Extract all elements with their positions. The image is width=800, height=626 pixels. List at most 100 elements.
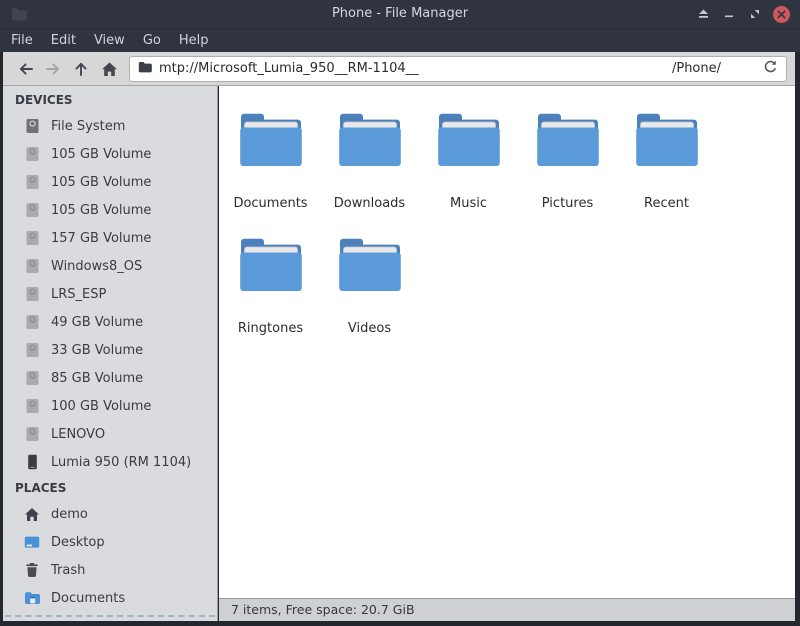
folder-label: Documents <box>233 196 308 211</box>
sidebar-item-label: LENOVO <box>51 426 106 442</box>
menu-view[interactable]: View <box>85 29 134 52</box>
desktop-icon <box>24 534 40 550</box>
sidebar-item-label: Windows8_OS <box>51 258 143 274</box>
drive-icon <box>24 426 40 442</box>
back-button[interactable] <box>11 56 39 82</box>
folder-label: Pictures <box>541 196 594 211</box>
path-suffix-text: /Phone/ <box>671 61 721 76</box>
window-controls <box>690 0 794 28</box>
refresh-button[interactable] <box>763 59 778 78</box>
sidebar-item-lrs-esp[interactable]: LRS_ESP <box>3 280 217 308</box>
main-view: Documents Downloads Music Pictures Recent Rin… <box>219 86 795 621</box>
sidebar-item-windows8-os[interactable]: Windows8_OS <box>3 252 217 280</box>
titlebar: Phone - File Manager <box>0 0 800 28</box>
drive-icon <box>24 314 40 330</box>
folder-grid: Documents Downloads Music Pictures Recent Rin… <box>219 86 795 598</box>
folder-icon <box>236 231 306 299</box>
sidebar-item-file-system[interactable]: File System <box>3 112 217 140</box>
sidebar-item-documents[interactable]: Documents <box>3 584 217 612</box>
folder-label: Recent <box>644 196 689 211</box>
close-button[interactable] <box>768 0 794 28</box>
drive-icon <box>24 286 40 302</box>
menu-edit[interactable]: Edit <box>42 29 85 52</box>
folder-downloads[interactable]: Downloads <box>320 106 419 231</box>
sidebar-item-demo[interactable]: demo <box>3 500 217 528</box>
folder-label: Videos <box>347 321 392 336</box>
sidebar-item-lumia-950-rm-1104[interactable]: Lumia 950 (RM 1104) <box>3 448 217 476</box>
sidebar-item-105-gb-volume[interactable]: 105 GB Volume <box>3 196 217 224</box>
drive-icon <box>24 230 40 246</box>
folder-videos[interactable]: Videos <box>320 231 419 356</box>
folder-ringtones[interactable]: Ringtones <box>221 231 320 356</box>
sidebar-item-49-gb-volume[interactable]: 49 GB Volume <box>3 308 217 336</box>
sidebar-item-label: 105 GB Volume <box>51 202 152 218</box>
close-icon <box>772 5 790 23</box>
statusbar: 7 items, Free space: 20.7 GiB <box>219 598 795 621</box>
sidebar-item-33-gb-volume[interactable]: 33 GB Volume <box>3 336 217 364</box>
restore-button[interactable] <box>742 0 768 28</box>
sidebar-item-157-gb-volume[interactable]: 157 GB Volume <box>3 224 217 252</box>
folder-recent[interactable]: Recent <box>617 106 716 231</box>
drive-icon <box>24 398 40 414</box>
eject-button[interactable] <box>690 0 716 28</box>
drive-icon <box>24 174 40 190</box>
toolbar: mtp://Microsoft_Lumia_950__RM-1104__ /Ph… <box>3 52 795 86</box>
window-title: Phone - File Manager <box>331 6 469 21</box>
sidebar-item-105-gb-volume[interactable]: 105 GB Volume <box>3 140 217 168</box>
sidebar-item-label: 100 GB Volume <box>51 398 152 414</box>
folder-icon <box>236 106 306 174</box>
folder-icon <box>335 106 405 174</box>
sidebar-item-desktop[interactable]: Desktop <box>3 528 217 556</box>
home-button[interactable] <box>95 56 123 82</box>
drive-icon <box>24 146 40 162</box>
folder-small-icon <box>24 590 40 606</box>
up-button[interactable] <box>67 56 95 82</box>
home-icon <box>24 506 40 522</box>
status-text: 7 items, Free space: 20.7 GiB <box>231 602 415 617</box>
sidebar-item-label: Documents <box>51 590 126 606</box>
minimize-button[interactable] <box>716 0 742 28</box>
sidebar: DEVICES File System 105 GB Volume 105 GB Vo… <box>3 86 218 621</box>
menubar: File Edit View Go Help <box>0 28 800 52</box>
folder-documents[interactable]: Documents <box>221 106 320 231</box>
sidebar-item-label: File System <box>51 118 126 134</box>
sidebar-item-85-gb-volume[interactable]: 85 GB Volume <box>3 364 217 392</box>
sidebar-item-label: 49 GB Volume <box>51 314 144 330</box>
path-text: mtp://Microsoft_Lumia_950__RM-1104__ <box>159 61 419 76</box>
sidebar-item-label: 85 GB Volume <box>51 370 144 386</box>
sidebar-item-label: LRS_ESP <box>51 286 107 302</box>
sidebar-section-places: PLACES <box>15 481 67 495</box>
sidebar-item-label: Lumia 950 (RM 1104) <box>51 454 192 470</box>
menu-go[interactable]: Go <box>134 29 170 52</box>
sidebar-item-label: 157 GB Volume <box>51 230 152 246</box>
sidebar-item-100-gb-volume[interactable]: 100 GB Volume <box>3 392 217 420</box>
sidebar-item-label: Trash <box>51 562 86 578</box>
folder-music[interactable]: Music <box>419 106 518 231</box>
folder-icon <box>434 106 504 174</box>
sidebar-item-label: 105 GB Volume <box>51 146 152 162</box>
trash-icon <box>24 562 40 578</box>
sidebar-item-105-gb-volume[interactable]: 105 GB Volume <box>3 168 217 196</box>
folder-label: Downloads <box>333 196 406 211</box>
folder-label: Ringtones <box>237 321 304 336</box>
folder-icon <box>335 231 405 299</box>
sidebar-drop-indicator <box>5 615 215 617</box>
path-entry[interactable]: mtp://Microsoft_Lumia_950__RM-1104__ /Ph… <box>129 55 787 82</box>
sidebar-item-lenovo[interactable]: LENOVO <box>3 420 217 448</box>
path-folder-icon <box>138 61 152 77</box>
folder-label: Music <box>450 196 487 211</box>
sidebar-section-devices: DEVICES <box>15 93 73 107</box>
sidebar-item-label: demo <box>51 506 88 522</box>
sidebar-item-label: 33 GB Volume <box>51 342 144 358</box>
sidebar-item-trash[interactable]: Trash <box>3 556 217 584</box>
sidebar-item-label: 105 GB Volume <box>51 174 152 190</box>
drive-icon <box>24 258 40 274</box>
forward-button[interactable] <box>39 56 67 82</box>
file-manager-window: Phone - File Manager File Edit View Go Help <box>0 0 800 626</box>
menu-help[interactable]: Help <box>170 29 218 52</box>
drive-icon <box>24 202 40 218</box>
drive-icon <box>24 342 40 358</box>
folder-pictures[interactable]: Pictures <box>518 106 617 231</box>
menu-file[interactable]: File <box>2 29 42 52</box>
folder-icon <box>533 106 603 174</box>
